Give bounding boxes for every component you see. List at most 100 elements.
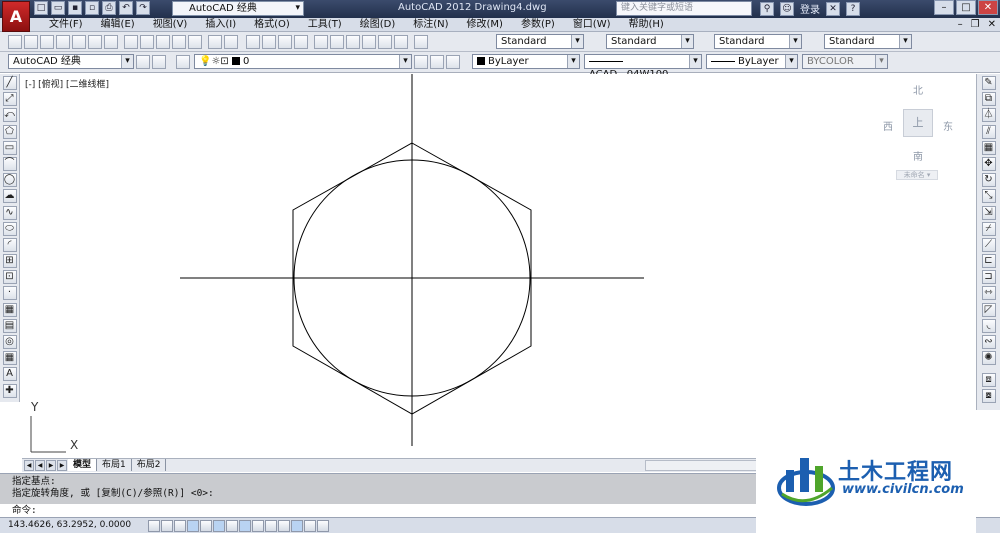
publish-icon[interactable] [88, 35, 102, 49]
doc-close-button[interactable]: ✕ [988, 18, 996, 32]
menu-help[interactable]: 帮助(H) [620, 18, 673, 32]
zoom-realtime-icon[interactable] [262, 35, 276, 49]
tab-next-icon[interactable]: ▶ [46, 460, 56, 471]
workspace-select[interactable]: AutoCAD 经典 [172, 1, 304, 16]
selection-cycling-toggle[interactable] [317, 520, 329, 532]
menu-format[interactable]: 格式(O) [245, 18, 299, 32]
menu-file[interactable]: 文件(F) [40, 18, 92, 32]
blend-curves-icon[interactable]: ∾ [981, 335, 996, 349]
exchange-icon[interactable]: ✕ [826, 1, 840, 16]
mirror-icon[interactable]: ⏃ [981, 108, 996, 123]
table-style-select[interactable]: Standard [714, 34, 802, 49]
construction-line-icon[interactable]: ⤢ [2, 92, 17, 107]
workspace-settings-icon[interactable] [136, 55, 150, 69]
infer-constraints-toggle[interactable] [148, 520, 160, 532]
lineweight-select[interactable]: ByLayer [706, 54, 798, 69]
grid-toggle[interactable] [174, 520, 186, 532]
maximize-button[interactable]: □ [956, 0, 976, 15]
menu-dimension[interactable]: 标注(N) [404, 18, 457, 32]
erase-icon[interactable]: ✎ [981, 76, 996, 90]
drawing-area[interactable]: [-] [俯视] [二维线框] Y X 北 西 上 东 南 未命名 ▾ [22, 74, 974, 458]
rectangle-icon[interactable]: ▭ [2, 140, 17, 155]
save-as-icon[interactable]: ▫ [85, 1, 99, 15]
scale-icon[interactable]: ⤡ [981, 189, 996, 204]
polar-toggle[interactable] [200, 520, 212, 532]
viewcube-east[interactable]: 东 [943, 118, 953, 133]
mleader-style-select[interactable]: Standard [824, 34, 912, 49]
snap-toggle[interactable] [161, 520, 173, 532]
viewcube-top-face[interactable]: 上 [903, 109, 933, 137]
viewcube[interactable]: 北 西 上 东 南 未命名 ▾ [878, 80, 958, 190]
move-icon[interactable]: ✥ [981, 156, 996, 171]
region-icon[interactable]: ◎ [2, 335, 17, 349]
block-editor-icon[interactable] [188, 35, 202, 49]
viewcube-north[interactable]: 北 [913, 82, 923, 97]
layer-previous-icon[interactable] [430, 55, 444, 69]
break-at-point-icon[interactable]: ⊏ [981, 254, 996, 269]
quick-properties-toggle[interactable] [304, 520, 316, 532]
open-file-icon[interactable]: ▭ [51, 1, 65, 15]
new-file-icon[interactable]: □ [34, 1, 48, 15]
extend-icon[interactable]: ⟋ [981, 237, 996, 252]
make-current-icon[interactable] [414, 55, 428, 69]
application-menu-button[interactable]: A [2, 1, 30, 32]
properties-icon[interactable] [314, 35, 328, 49]
insert-block-icon[interactable]: ⊞ [2, 254, 17, 269]
help-icon[interactable]: ? [846, 1, 860, 16]
draworder-icon[interactable]: ⧈ [981, 373, 996, 388]
cut-icon[interactable] [124, 35, 138, 49]
menu-view[interactable]: 视图(V) [144, 18, 197, 32]
paste-icon[interactable] [156, 35, 170, 49]
color-select[interactable]: ByLayer [472, 54, 580, 69]
copy-object-icon[interactable]: ⧉ [981, 92, 996, 107]
lineweight-toggle[interactable] [278, 520, 290, 532]
transparency-toggle[interactable] [291, 520, 303, 532]
osnap-toggle[interactable] [213, 520, 225, 532]
polyline-icon[interactable]: ⤺ [2, 108, 17, 123]
quickcalc-icon[interactable] [394, 35, 408, 49]
dim-style-select[interactable]: Standard [606, 34, 694, 49]
ortho-toggle[interactable] [187, 520, 199, 532]
layer-select[interactable]: 💡☼⊡ 0 [194, 54, 412, 69]
text-style-select[interactable]: Standard [496, 34, 584, 49]
help-icon[interactable] [414, 35, 428, 49]
make-block-icon[interactable]: ⊡ [2, 270, 17, 285]
tab-prev-icon[interactable]: ◀ [35, 460, 45, 471]
doc-minimize-button[interactable]: – [958, 18, 963, 32]
qnew-icon[interactable] [8, 35, 22, 49]
linetype-select[interactable]: ACAD...04W100 [584, 54, 702, 80]
redo-icon[interactable]: ↷ [136, 1, 150, 15]
hatch-icon[interactable]: ▦ [2, 302, 17, 317]
gradient-icon[interactable]: ▤ [2, 318, 17, 333]
explode-icon[interactable]: ✺ [981, 351, 996, 366]
user-icon[interactable]: ☺ [780, 1, 794, 16]
tab-last-icon[interactable]: ▶ [57, 460, 67, 471]
ducs-toggle[interactable] [252, 520, 264, 532]
rotate-icon[interactable]: ↻ [981, 173, 996, 188]
chamfer-icon[interactable]: ◸ [981, 302, 996, 317]
draworder-back-icon[interactable]: ⧇ [981, 389, 996, 404]
polygon-icon[interactable]: ⬠ [2, 124, 17, 139]
save-icon[interactable] [40, 35, 54, 49]
menu-edit[interactable]: 编辑(E) [92, 18, 144, 32]
stretch-icon[interactable]: ⇲ [981, 205, 996, 220]
fillet-icon[interactable]: ◟ [981, 318, 996, 333]
pan-icon[interactable] [246, 35, 260, 49]
arc-icon[interactable]: ⌒ [2, 156, 17, 171]
table-icon[interactable]: ▦ [2, 351, 17, 366]
open-icon[interactable] [24, 35, 38, 49]
match-properties-icon[interactable] [172, 35, 186, 49]
tab-model[interactable]: 模型 [68, 459, 98, 471]
point-icon[interactable]: · [2, 286, 17, 301]
copy-icon[interactable] [140, 35, 154, 49]
trim-icon[interactable]: ⌿ [981, 221, 996, 236]
gear-icon[interactable] [152, 55, 166, 69]
close-button[interactable]: ✕ [978, 0, 998, 15]
ellipse-arc-icon[interactable]: ◜ [2, 237, 17, 252]
menu-tools[interactable]: 工具(T) [299, 18, 351, 32]
3dosnap-toggle[interactable] [226, 520, 238, 532]
dyn-toggle[interactable] [265, 520, 277, 532]
login-link[interactable]: 登录 [800, 1, 820, 16]
revcloud-icon[interactable]: ☁ [2, 189, 17, 204]
coordinate-display[interactable]: 143.4626, 63.2952, 0.0000 [8, 520, 131, 530]
